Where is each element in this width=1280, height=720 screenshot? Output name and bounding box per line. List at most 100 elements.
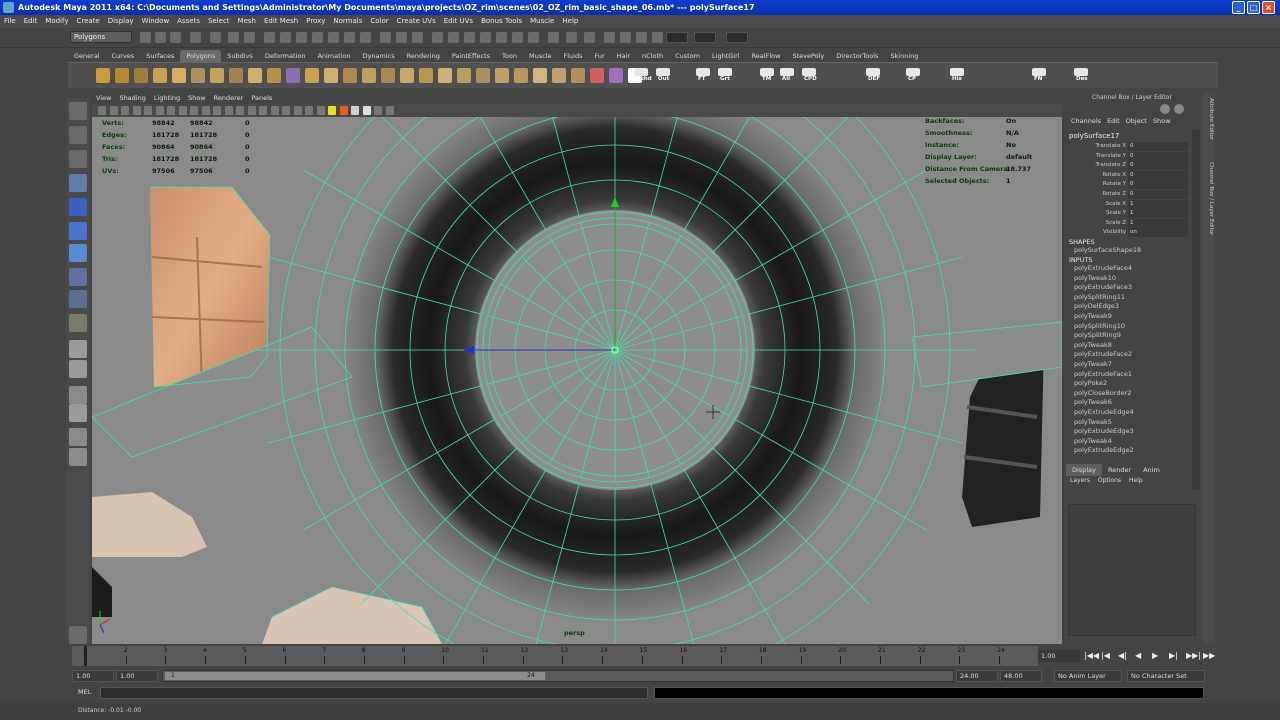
status-tool-icon[interactable] — [210, 32, 221, 43]
menu-file[interactable]: File — [0, 15, 20, 28]
panel-menu-view[interactable]: View — [92, 93, 115, 104]
shelf-tab-fur[interactable]: Fur — [588, 50, 610, 62]
shelf-button-label[interactable]: CPD — [804, 76, 817, 82]
shelf-tool-icon[interactable] — [305, 68, 319, 83]
anim-layer-select[interactable]: No Anim Layer — [1054, 670, 1122, 682]
panel-tool-icon[interactable] — [167, 106, 175, 115]
start-time-field[interactable]: 1.00 — [72, 670, 114, 682]
panel-tool-icon[interactable] — [270, 106, 279, 115]
shelf-tool-icon[interactable] — [153, 68, 167, 83]
shelf-tool-icon[interactable] — [476, 68, 490, 83]
menu-edit-uvs[interactable]: Edit UVs — [440, 15, 477, 28]
toolbox-tool-icon[interactable] — [69, 626, 87, 644]
shelf-tab-custom[interactable]: Custom — [669, 50, 706, 62]
channel-attr-value[interactable]: 0 — [1128, 151, 1188, 161]
current-time-indicator[interactable] — [84, 646, 87, 666]
shelf-tool-icon[interactable] — [191, 68, 205, 83]
channel-attr-value[interactable]: on — [1128, 228, 1188, 238]
shelf-tab-muscle[interactable]: Muscle — [523, 50, 558, 62]
current-frame-field[interactable]: 1.00 — [1038, 650, 1080, 662]
channel-attr-value[interactable]: 1 — [1128, 209, 1188, 219]
panel-tool-icon[interactable] — [109, 106, 118, 115]
shelf-tool-icon[interactable] — [400, 68, 414, 83]
step-forward-frame-icon[interactable]: ▶| — [1169, 651, 1178, 660]
shelf-button-label[interactable]: Des — [1076, 76, 1088, 82]
input-node[interactable]: polyExtrudeEdge4 — [1074, 408, 1134, 418]
channel-menu-object[interactable]: Object — [1123, 117, 1150, 125]
layer-menu-help[interactable]: Help — [1125, 477, 1147, 484]
shelf-tool-icon[interactable] — [533, 68, 547, 83]
status-tool-icon[interactable] — [448, 32, 459, 43]
shelf-script-icon[interactable] — [760, 68, 774, 76]
input-node[interactable]: polyTweak7 — [1074, 360, 1112, 370]
shelf-button-label[interactable]: All — [782, 76, 790, 82]
panel-tool-icon[interactable] — [213, 106, 221, 115]
panel-tool-icon[interactable] — [121, 106, 129, 115]
shelf-tool-icon[interactable] — [115, 68, 129, 83]
status-tool-icon[interactable] — [480, 32, 491, 43]
channel-attr-row[interactable]: Scale Y1 — [1066, 209, 1190, 219]
panel-tool-icon[interactable] — [155, 106, 164, 115]
input-node[interactable]: polyTweak6 — [1074, 398, 1112, 408]
shape-node[interactable]: polySurfaceShape18 — [1074, 246, 1141, 256]
shelf-tab-stevepoly[interactable]: StevePoly — [786, 50, 830, 62]
shelf-tool-icon[interactable] — [96, 68, 110, 83]
shelf-tab-directortools[interactable]: DirectorTools — [830, 50, 884, 62]
status-tool-icon[interactable] — [584, 32, 595, 43]
layer-menu-layers[interactable]: Layers — [1066, 477, 1094, 484]
shelf-tool-icon[interactable] — [609, 68, 623, 83]
shelf-tab-ncloth[interactable]: nCloth — [636, 50, 669, 62]
shelf-script-icon[interactable] — [802, 68, 816, 76]
status-tool-icon[interactable] — [548, 32, 559, 43]
panel-tool-icon[interactable] — [224, 106, 233, 115]
shelf-script-icon[interactable] — [656, 68, 670, 76]
play-backward-icon[interactable]: ◀ — [1135, 651, 1141, 660]
panel-tool-icon[interactable] — [190, 106, 198, 115]
go-to-end-icon[interactable]: ▶▶ — [1203, 651, 1215, 660]
status-tool-icon[interactable] — [244, 32, 255, 43]
panel-menu-shading[interactable]: Shading — [115, 93, 149, 104]
shelf-tab-animation[interactable]: Animation — [311, 50, 356, 62]
shelf-tool-icon[interactable] — [172, 68, 186, 83]
shelf-button-label[interactable]: TM — [762, 76, 771, 82]
channel-menu-edit[interactable]: Edit — [1104, 117, 1123, 125]
panel-tool-icon[interactable] — [282, 106, 290, 115]
shelf-tab-lightgirl[interactable]: LightGirl — [706, 50, 746, 62]
panel-tool-icon[interactable] — [328, 106, 336, 115]
panel-tool-icon[interactable] — [339, 106, 348, 115]
panel-tool-icon[interactable] — [178, 106, 187, 115]
status-tool-icon[interactable] — [620, 32, 631, 43]
channel-attr-row[interactable]: Rotate Y0 — [1066, 180, 1190, 190]
layer-menu-options[interactable]: Options — [1094, 477, 1125, 484]
panel-tool-icon[interactable] — [259, 106, 267, 115]
step-forward-key-icon[interactable]: ▶▶| — [1186, 651, 1201, 660]
menu-color[interactable]: Color — [366, 15, 392, 28]
input-node[interactable]: polyTweak4 — [1074, 437, 1112, 447]
shelf-button-label[interactable]: Hshd — [636, 76, 652, 82]
minimize-button[interactable]: _ — [1232, 1, 1245, 14]
toolbox-tool-icon[interactable] — [69, 360, 87, 378]
toolbox-tool-icon[interactable] — [69, 150, 87, 168]
toolbox-tool-icon[interactable] — [69, 314, 87, 332]
input-node[interactable]: polyTweak10 — [1074, 274, 1116, 284]
shelf-tab-general[interactable]: General — [68, 50, 106, 62]
shelf-tool-icon[interactable] — [248, 68, 262, 83]
shelf-script-icon[interactable] — [696, 68, 710, 76]
channel-box-toggle-icon[interactable] — [1160, 104, 1170, 114]
shelf-tool-icon[interactable] — [134, 68, 148, 83]
input-node[interactable]: polyExtrudeFace4 — [1074, 264, 1132, 274]
shelf-tab-subdivs[interactable]: Subdivs — [221, 50, 259, 62]
menu-create-uvs[interactable]: Create UVs — [393, 15, 440, 28]
channel-attr-value[interactable]: 1 — [1128, 199, 1188, 209]
panel-tool-icon[interactable] — [236, 106, 244, 115]
numeric-input-field[interactable] — [666, 32, 688, 43]
step-back-frame-icon[interactable]: ◀| — [1118, 651, 1127, 660]
shelf-tool-icon[interactable] — [267, 68, 281, 83]
input-node[interactable]: polyTweak8 — [1074, 341, 1112, 351]
status-tool-icon[interactable] — [312, 32, 323, 43]
side-tab[interactable]: Attribute Editor — [1204, 98, 1214, 140]
panel-menu-renderer[interactable]: Renderer — [210, 93, 248, 104]
layer-editor-toggle-icon[interactable] — [1174, 104, 1184, 114]
panel-tool-icon[interactable] — [201, 106, 210, 115]
channel-box-scrollbar[interactable] — [1192, 130, 1200, 490]
